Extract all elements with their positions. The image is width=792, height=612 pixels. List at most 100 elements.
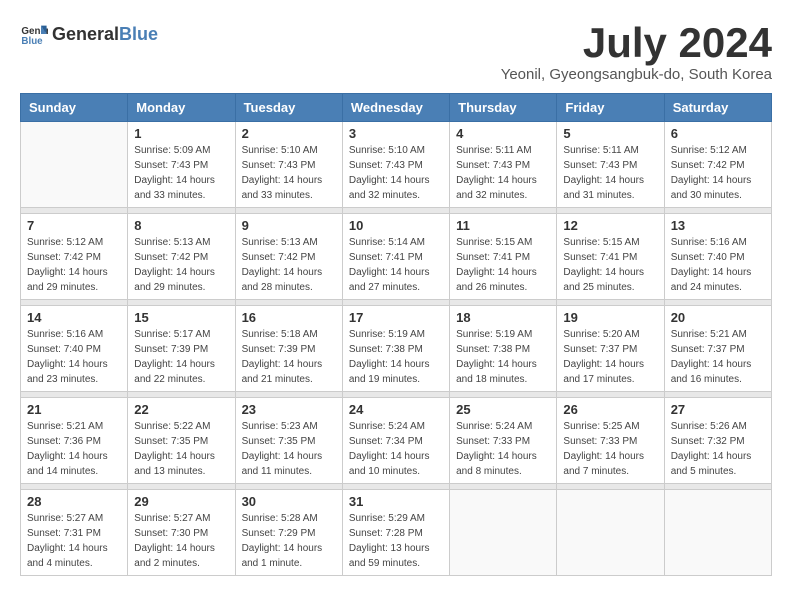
calendar-day-cell: 23 Sunrise: 5:23 AMSunset: 7:35 PMDayligh… [235, 398, 342, 484]
day-number: 20 [671, 310, 765, 325]
day-info: Sunrise: 5:13 AMSunset: 7:42 PMDaylight:… [134, 235, 228, 295]
day-info: Sunrise: 5:11 AMSunset: 7:43 PMDaylight:… [456, 143, 550, 203]
calendar-header-row: SundayMondayTuesdayWednesdayThursdayFrid… [21, 94, 772, 122]
calendar-day-cell: 5Sunrise: 5:11 AMSunset: 7:43 PMDaylight… [557, 122, 664, 208]
day-info: Sunrise: 5:18 AMSunset: 7:39 PMDaylight:… [242, 327, 336, 387]
day-number: 22 [134, 402, 228, 417]
day-number: 27 [671, 402, 765, 417]
logo-icon: General Blue [20, 20, 48, 48]
calendar-week-row: 7 Sunrise: 5:12 AMSunset: 7:42 PMDaylight… [21, 214, 772, 300]
day-number: 23 [242, 402, 336, 417]
day-info: Sunrise: 5:15 AMSunset: 7:41 PMDaylight:… [456, 235, 550, 295]
calendar-header-friday: Friday [557, 94, 664, 122]
calendar-day-cell: 6 Sunrise: 5:12 AMSunset: 7:42 PMDaylight… [664, 122, 771, 208]
calendar-day-cell: 14 Sunrise: 5:16 AMSunset: 7:40 PMDayligh… [21, 306, 128, 392]
day-number: 14 [27, 310, 121, 325]
day-info: Sunrise: 5:16 AMSunset: 7:40 PMDaylight:… [27, 327, 121, 387]
day-info: Sunrise: 5:19 AMSunset: 7:38 PMDaylight:… [349, 327, 443, 387]
day-info: Sunrise: 5:17 AMSunset: 7:39 PMDaylight:… [134, 327, 228, 387]
day-number: 18 [456, 310, 550, 325]
day-info: Sunrise: 5:19 AMSunset: 7:38 PMDaylight:… [456, 327, 550, 387]
day-number: 28 [27, 494, 121, 509]
calendar-day-cell: 3Sunrise: 5:10 AMSunset: 7:43 PMDaylight… [342, 122, 449, 208]
day-info: Sunrise: 5:12 AMSunset: 7:42 PMDaylight:… [671, 143, 765, 203]
day-info: Sunrise: 5:29 AMSunset: 7:28 PMDaylight:… [349, 511, 443, 571]
day-number: 17 [349, 310, 443, 325]
title-area: July 2024 Yeonil, Gyeongsangbuk-do, Sout… [501, 20, 772, 83]
day-info: Sunrise: 5:20 AMSunset: 7:37 PMDaylight:… [563, 327, 657, 387]
day-number: 13 [671, 218, 765, 233]
calendar-day-cell: 10 Sunrise: 5:14 AMSunset: 7:41 PMDayligh… [342, 214, 449, 300]
calendar-day-cell [450, 490, 557, 576]
day-number: 7 [27, 218, 121, 233]
calendar-week-row: 28 Sunrise: 5:27 AMSunset: 7:31 PMDayligh… [21, 490, 772, 576]
day-number: 11 [456, 218, 550, 233]
calendar-header-sunday: Sunday [21, 94, 128, 122]
day-number: 15 [134, 310, 228, 325]
calendar-day-cell: 16 Sunrise: 5:18 AMSunset: 7:39 PMDayligh… [235, 306, 342, 392]
header: General Blue GeneralBlue July 2024 Yeoni… [20, 20, 772, 83]
day-info: Sunrise: 5:10 AMSunset: 7:43 PMDaylight:… [242, 143, 336, 203]
day-info: Sunrise: 5:13 AMSunset: 7:42 PMDaylight:… [242, 235, 336, 295]
calendar-header-monday: Monday [128, 94, 235, 122]
calendar-day-cell: 17 Sunrise: 5:19 AMSunset: 7:38 PMDayligh… [342, 306, 449, 392]
day-number: 16 [242, 310, 336, 325]
day-number: 8 [134, 218, 228, 233]
day-number: 30 [242, 494, 336, 509]
calendar-day-cell: 26 Sunrise: 5:25 AMSunset: 7:33 PMDayligh… [557, 398, 664, 484]
calendar-week-row: 21Sunrise: 5:21 AMSunset: 7:36 PMDayligh… [21, 398, 772, 484]
calendar-day-cell: 4 Sunrise: 5:11 AMSunset: 7:43 PMDaylight… [450, 122, 557, 208]
calendar-day-cell: 27 Sunrise: 5:26 AMSunset: 7:32 PMDayligh… [664, 398, 771, 484]
day-info: Sunrise: 5:28 AMSunset: 7:29 PMDaylight:… [242, 511, 336, 571]
calendar-day-cell: 15 Sunrise: 5:17 AMSunset: 7:39 PMDayligh… [128, 306, 235, 392]
day-number: 19 [563, 310, 657, 325]
calendar-day-cell: 8 Sunrise: 5:13 AMSunset: 7:42 PMDaylight… [128, 214, 235, 300]
calendar-day-cell: 24Sunrise: 5:24 AMSunset: 7:34 PMDayligh… [342, 398, 449, 484]
calendar-day-cell [664, 490, 771, 576]
logo-general-text: GeneralBlue [52, 25, 158, 43]
calendar-day-cell: 13 Sunrise: 5:16 AMSunset: 7:40 PMDayligh… [664, 214, 771, 300]
day-info: Sunrise: 5:23 AMSunset: 7:35 PMDaylight:… [242, 419, 336, 479]
logo: General Blue GeneralBlue [20, 20, 158, 48]
calendar-day-cell: 25Sunrise: 5:24 AMSunset: 7:33 PMDayligh… [450, 398, 557, 484]
calendar-day-cell: 22 Sunrise: 5:22 AMSunset: 7:35 PMDayligh… [128, 398, 235, 484]
day-number: 24 [349, 402, 443, 417]
day-info: Sunrise: 5:27 AMSunset: 7:31 PMDaylight:… [27, 511, 121, 571]
calendar-day-cell: 21Sunrise: 5:21 AMSunset: 7:36 PMDayligh… [21, 398, 128, 484]
day-info: Sunrise: 5:21 AMSunset: 7:36 PMDaylight:… [27, 419, 121, 479]
day-number: 9 [242, 218, 336, 233]
day-info: Sunrise: 5:22 AMSunset: 7:35 PMDaylight:… [134, 419, 228, 479]
calendar-day-cell: 9 Sunrise: 5:13 AMSunset: 7:42 PMDaylight… [235, 214, 342, 300]
day-number: 26 [563, 402, 657, 417]
day-number: 10 [349, 218, 443, 233]
calendar-header-saturday: Saturday [664, 94, 771, 122]
day-info: Sunrise: 5:09 AMSunset: 7:43 PMDaylight:… [134, 143, 228, 203]
calendar-day-cell: 28 Sunrise: 5:27 AMSunset: 7:31 PMDayligh… [21, 490, 128, 576]
calendar-day-cell: 2Sunrise: 5:10 AMSunset: 7:43 PMDaylight… [235, 122, 342, 208]
day-info: Sunrise: 5:16 AMSunset: 7:40 PMDaylight:… [671, 235, 765, 295]
calendar-day-cell: 1 Sunrise: 5:09 AMSunset: 7:43 PMDaylight… [128, 122, 235, 208]
day-info: Sunrise: 5:12 AMSunset: 7:42 PMDaylight:… [27, 235, 121, 295]
subtitle: Yeonil, Gyeongsangbuk-do, South Korea [501, 66, 772, 83]
day-info: Sunrise: 5:24 AMSunset: 7:33 PMDaylight:… [456, 419, 550, 479]
day-info: Sunrise: 5:25 AMSunset: 7:33 PMDaylight:… [563, 419, 657, 479]
day-number: 6 [671, 126, 765, 141]
day-number: 12 [563, 218, 657, 233]
day-info: Sunrise: 5:14 AMSunset: 7:41 PMDaylight:… [349, 235, 443, 295]
day-number: 29 [134, 494, 228, 509]
day-info: Sunrise: 5:21 AMSunset: 7:37 PMDaylight:… [671, 327, 765, 387]
calendar-header-thursday: Thursday [450, 94, 557, 122]
calendar-day-cell [557, 490, 664, 576]
calendar-day-cell: 29 Sunrise: 5:27 AMSunset: 7:30 PMDayligh… [128, 490, 235, 576]
day-number: 1 [134, 126, 228, 141]
day-number: 5 [563, 126, 657, 141]
day-info: Sunrise: 5:27 AMSunset: 7:30 PMDaylight:… [134, 511, 228, 571]
calendar-table: SundayMondayTuesdayWednesdayThursdayFrid… [20, 93, 772, 576]
calendar-day-cell: 18 Sunrise: 5:19 AMSunset: 7:38 PMDayligh… [450, 306, 557, 392]
calendar-day-cell: 7 Sunrise: 5:12 AMSunset: 7:42 PMDaylight… [21, 214, 128, 300]
calendar-day-cell: 31Sunrise: 5:29 AMSunset: 7:28 PMDayligh… [342, 490, 449, 576]
calendar-week-row: 14 Sunrise: 5:16 AMSunset: 7:40 PMDayligh… [21, 306, 772, 392]
calendar-day-cell: 30 Sunrise: 5:28 AMSunset: 7:29 PMDayligh… [235, 490, 342, 576]
day-number: 4 [456, 126, 550, 141]
day-info: Sunrise: 5:26 AMSunset: 7:32 PMDaylight:… [671, 419, 765, 479]
